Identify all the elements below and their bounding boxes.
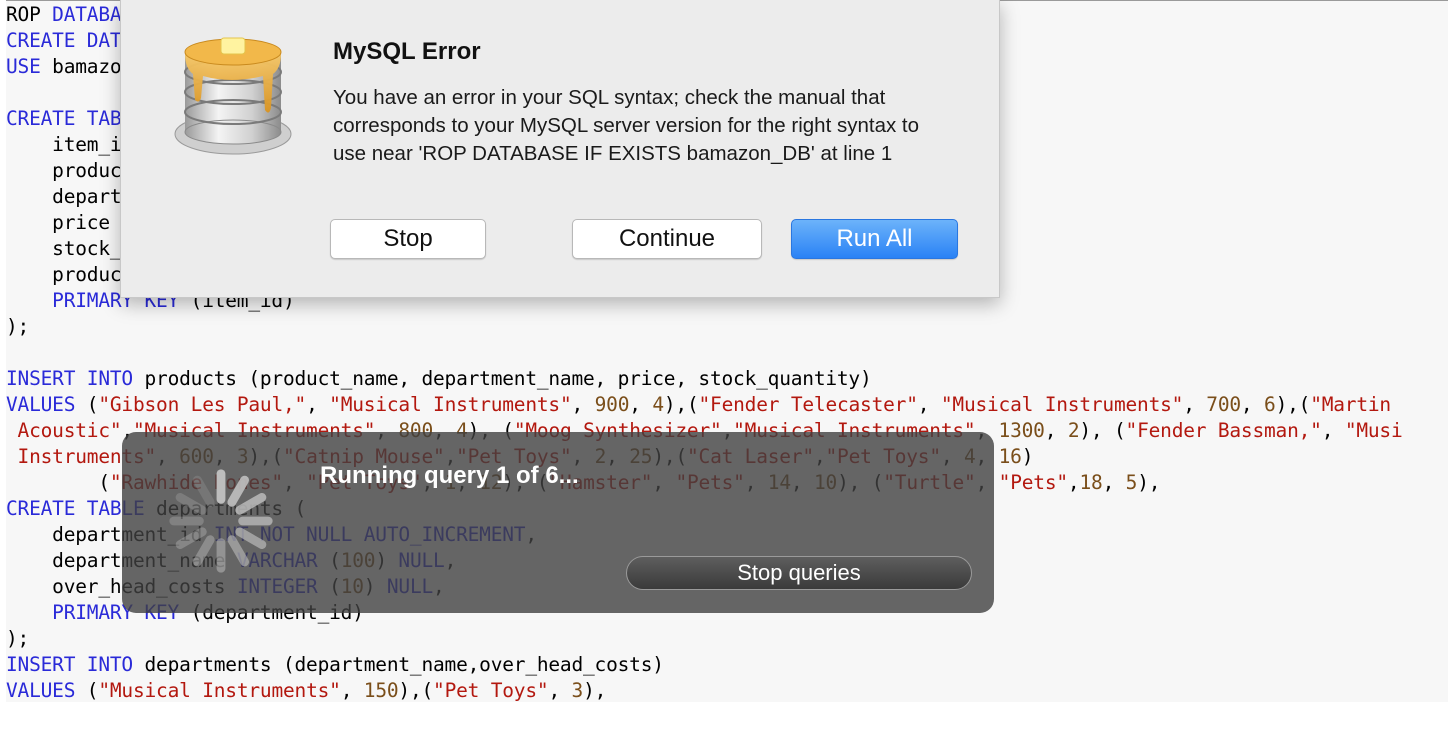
code-token: , (340, 679, 364, 702)
error-message: You have an error in your SQL syntax; ch… (333, 86, 920, 165)
code-token: 4 (652, 393, 664, 416)
code-token: ( (6, 471, 110, 494)
code-token: "Musical Instruments" (329, 393, 572, 416)
code-token: "Martin (1310, 393, 1391, 416)
code-token: , (1240, 393, 1265, 416)
code-token: depart (6, 185, 122, 208)
code-token: ); (6, 315, 30, 338)
code-token: 2 (1067, 419, 1080, 442)
code-token: 16 (998, 445, 1022, 468)
continue-button[interactable]: Continue (572, 219, 762, 259)
code-token: DATABA (52, 3, 122, 26)
code-token: Acoustic" (6, 419, 122, 442)
code-token: , (306, 393, 330, 416)
code-token: 1300 (998, 419, 1045, 442)
query-progress-hud: Running query 1 of 6... Stop queries (122, 432, 994, 613)
database-stack-icon (174, 37, 292, 155)
code-line: VALUES ("Gibson Les Paul,", "Musical Ins… (6, 392, 1403, 418)
code-token: ROP (6, 3, 53, 26)
code-token: , (1183, 393, 1207, 416)
code-token: 5 (1125, 471, 1138, 494)
code-token: bamazo (40, 55, 122, 78)
code-token: , (917, 393, 941, 416)
code-token: ),( (398, 679, 434, 702)
code-token: CREATE TAB (6, 107, 122, 130)
code-token: "Fender Telecaster" (698, 393, 918, 416)
code-token: ), (583, 679, 607, 702)
code-token: departments (department_name,over_head_c… (132, 653, 664, 676)
stop-button[interactable]: Stop (330, 219, 486, 259)
code-token: "Fender Bassman," (1125, 419, 1322, 442)
code-token: 900 (594, 393, 630, 416)
code-token: , (548, 679, 572, 702)
spinner-icon (169, 469, 273, 573)
code-line: ); (6, 314, 1403, 340)
code-token: "Pet Toys" (433, 679, 549, 702)
code-token: stock_ (6, 237, 122, 260)
code-token: ( (75, 679, 99, 702)
code-token: "Gibson Les Paul," (98, 393, 307, 416)
code-token: price (6, 211, 122, 234)
code-line: INSERT INTO products (product_name, depa… (6, 366, 1403, 392)
code-token: , (571, 393, 595, 416)
code-token: VALUES (6, 679, 76, 702)
code-token: , (1044, 419, 1068, 442)
code-token: "Musical Instruments" (940, 393, 1184, 416)
code-token: ) (1021, 445, 1034, 468)
code-token: , (1102, 471, 1126, 494)
run-all-button[interactable]: Run All (791, 219, 958, 259)
code-token: ),( (1275, 393, 1311, 416)
progress-text: Running query 1 of 6... (320, 462, 579, 489)
code-token: VALUES (6, 393, 76, 416)
code-token: ), (1137, 471, 1161, 494)
code-token: , (629, 393, 653, 416)
code-token: INSERT INTO (6, 653, 133, 676)
code-token: CREATE DAT (6, 29, 122, 52)
code-token: INSERT INTO (6, 367, 133, 390)
code-token: "Musi (1344, 419, 1403, 442)
mysql-error-dialog: MySQL Error You have an error in your SQ… (120, 0, 1000, 298)
code-token: 6 (1264, 393, 1276, 416)
code-token: 700 (1206, 393, 1241, 416)
code-line: ); (6, 626, 1403, 652)
code-token: , (1321, 419, 1345, 442)
code-token: ); (6, 627, 30, 650)
code-token: item_i (6, 133, 122, 156)
code-token: ( (75, 393, 99, 416)
code-token: ), ( (1079, 419, 1126, 442)
code-token: 3 (571, 679, 584, 702)
code-token: "Musical Instruments" (98, 679, 341, 702)
code-token: "Pets" (998, 471, 1068, 494)
error-title: MySQL Error (333, 38, 481, 65)
code-token: products (product_name, department_name,… (132, 367, 872, 390)
code-token: ),( (663, 393, 699, 416)
code-line: VALUES ("Musical Instruments", 150),("Pe… (6, 678, 1403, 702)
code-line: INSERT INTO departments (department_name… (6, 652, 1403, 678)
code-token: 150 (363, 679, 399, 702)
code-token: , (1067, 471, 1080, 494)
code-token: 18 (1079, 471, 1103, 494)
stop-queries-button[interactable]: Stop queries (626, 556, 972, 590)
code-token: USE (6, 55, 41, 78)
code-token: produc (6, 263, 122, 286)
code-token: produc (6, 159, 122, 182)
